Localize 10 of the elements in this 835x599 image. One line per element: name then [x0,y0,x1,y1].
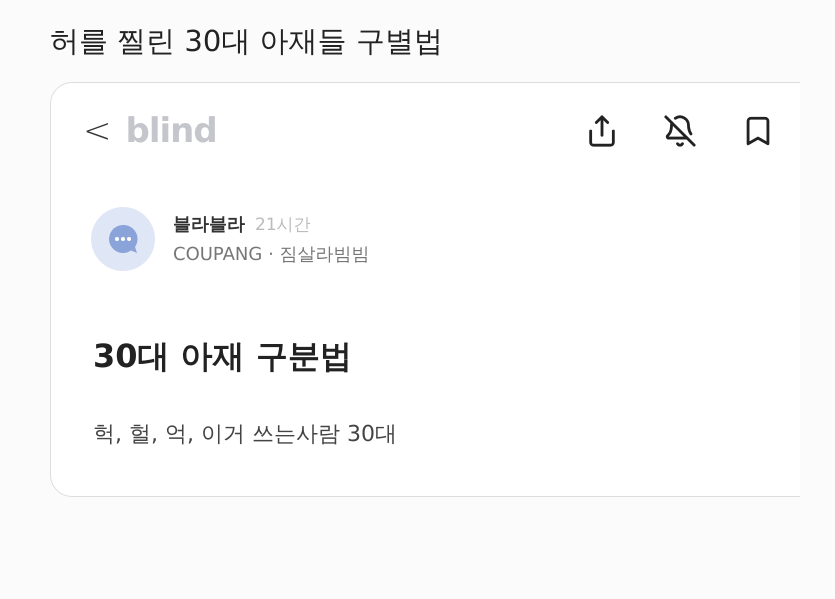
chat-bubble-icon [106,222,140,256]
bell-off-icon[interactable] [663,114,697,148]
company-name: COUPANG · 짐살라빔빔 [173,243,370,266]
app-logo: blind [126,111,217,151]
post-time: 21시간 [255,214,311,236]
page-headline: 허를 찔린 30대 아재들 구별법 [49,23,444,60]
author-name[interactable]: 블라블라 [173,212,245,236]
post-title: 30대 아재 구분법 [93,336,353,377]
post-body: 헉, 헐, 억, 이거 쓰는사람 30대 [93,421,398,449]
back-button[interactable]: < [83,111,112,151]
